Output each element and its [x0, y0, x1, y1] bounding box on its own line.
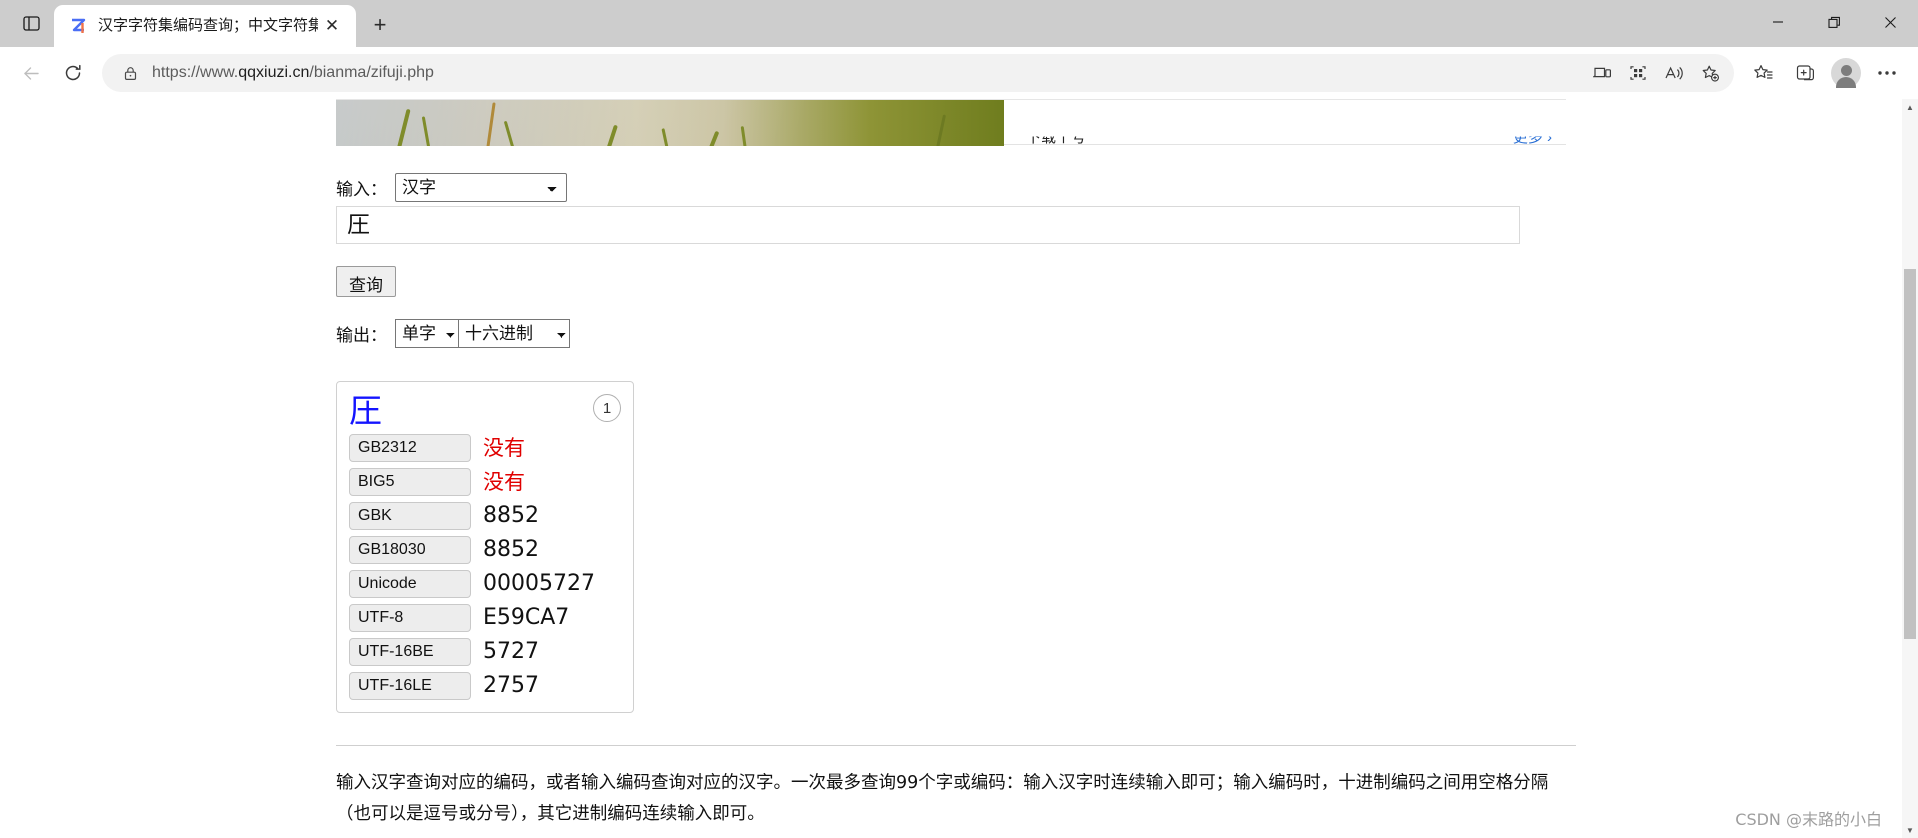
back-icon[interactable]: [10, 52, 52, 94]
encoding-name: BIG5: [349, 468, 471, 496]
address-bar[interactable]: https://www.qqxiuzi.cn/bianma/zifuji.php: [102, 54, 1734, 92]
encoding-row: GB18030 8852: [349, 536, 621, 564]
encoding-value: 没有: [483, 470, 525, 494]
page-scrollbar[interactable]: ▲ ▼: [1902, 99, 1918, 838]
minimize-button[interactable]: [1750, 0, 1806, 44]
encoding-name: UTF-8: [349, 604, 471, 632]
encoding-value: 2757: [483, 673, 539, 698]
profile-avatar[interactable]: [1831, 58, 1861, 88]
encoding-row: UTF-16LE 2757: [349, 672, 621, 700]
encoding-name: GB2312: [349, 434, 471, 462]
encoding-value: 5727: [483, 639, 539, 664]
output-selects: 单字 十六进制: [395, 319, 570, 348]
page-viewport: 下载个号 更多 › 输入： 汉字 圧 查询 输出： 单字 十六进制 圧 1 GB…: [0, 99, 1918, 838]
tab-title: 汉字字符集编码查询；中文字符集: [98, 17, 318, 34]
output-base-select[interactable]: 十六进制: [458, 319, 570, 348]
query-text-value: 圧: [347, 212, 370, 238]
new-tab-button[interactable]: +: [360, 5, 400, 45]
encoding-value: E59CA7: [483, 605, 570, 630]
input-type-select[interactable]: 汉字: [395, 173, 567, 202]
collections-icon[interactable]: [1784, 52, 1826, 94]
input-label: 输入：: [336, 180, 387, 199]
encoding-value: 没有: [483, 436, 525, 460]
output-label: 输出：: [336, 326, 387, 345]
favorites-list-icon[interactable]: [1742, 52, 1784, 94]
tab-strip: 汉字字符集编码查询；中文字符集 ✕ +: [0, 0, 1918, 47]
scroll-up-arrow[interactable]: ▲: [1902, 99, 1918, 115]
encoding-row: GBK 8852: [349, 502, 621, 530]
tab-favicon-icon: [68, 16, 88, 36]
encoding-name: UTF-16BE: [349, 638, 471, 666]
result-index-badge: 1: [593, 394, 621, 422]
scroll-down-arrow[interactable]: ▼: [1902, 822, 1918, 838]
encoding-row: GB2312 没有: [349, 434, 621, 462]
encoding-row: UTF-16BE 5727: [349, 638, 621, 666]
browser-tab[interactable]: 汉字字符集编码查询；中文字符集 ✕: [54, 5, 356, 47]
banner-side-link[interactable]: 更多 ›: [1513, 137, 1552, 148]
encoding-value: 00005727: [483, 571, 595, 596]
section-divider: [336, 745, 1576, 746]
sidebar-toggle-icon[interactable]: [8, 0, 54, 46]
encoding-list: GB2312 没有 BIG5 没有 GBK 8852 GB18030 8852 …: [349, 434, 621, 700]
browser-window: 汉字字符集编码查询；中文字符集 ✕ + https://www.qqxiuzi.…: [0, 0, 1918, 838]
address-bar-url: https://www.qqxiuzi.cn/bianma/zifuji.php: [144, 63, 1584, 83]
browser-toolbar: https://www.qqxiuzi.cn/bianma/zifuji.php: [0, 47, 1918, 99]
encoding-row: Unicode 00005727: [349, 570, 621, 598]
query-text-input[interactable]: 圧: [336, 206, 1520, 244]
add-favorite-icon[interactable]: [1692, 56, 1728, 90]
page-content: 下载个号 更多 › 输入： 汉字 圧 查询 输出： 单字 十六进制 圧 1 GB…: [0, 99, 1900, 838]
close-button[interactable]: [1862, 0, 1918, 44]
output-unit-select[interactable]: 单字: [395, 319, 459, 348]
encoding-value: 8852: [483, 537, 539, 562]
url-host: qqxiuzi.cn: [238, 64, 310, 81]
tab-close-icon[interactable]: ✕: [318, 12, 346, 40]
read-aloud-icon[interactable]: [1656, 56, 1692, 90]
input-row: 输入： 汉字: [336, 173, 1900, 202]
settings-more-icon[interactable]: [1866, 52, 1908, 94]
result-character: 圧: [349, 391, 382, 430]
encoding-row: UTF-8 E59CA7: [349, 604, 621, 632]
watermark: CSDN @末路的小白: [1735, 810, 1882, 829]
scrollbar-thumb[interactable]: [1904, 269, 1916, 639]
result-card-header: 圧 1: [349, 392, 621, 434]
encoding-name: UTF-16LE: [349, 672, 471, 700]
encoding-value: 8852: [483, 503, 539, 528]
restore-button[interactable]: [1806, 0, 1862, 44]
output-row: 输出： 单字 十六进制: [336, 319, 1900, 348]
query-button[interactable]: 查询: [336, 266, 396, 297]
encoding-name: Unicode: [349, 570, 471, 598]
url-scheme: https://www.: [152, 64, 239, 81]
banner-side-panel: 下载个号 更多 ›: [1004, 100, 1566, 148]
address-bar-actions: [1584, 56, 1728, 90]
result-card: 圧 1 GB2312 没有 BIG5 没有 GBK 8852 GB18030 8…: [336, 381, 634, 713]
encoding-row: BIG5 没有: [349, 468, 621, 496]
banner-row: 下载个号 更多 ›: [336, 99, 1566, 148]
qr-code-icon[interactable]: [1620, 56, 1656, 90]
banner-image: [336, 100, 1004, 146]
window-controls: [1750, 0, 1918, 44]
encoding-name: GB18030: [349, 536, 471, 564]
reload-icon[interactable]: [52, 52, 94, 94]
cast-device-icon[interactable]: [1584, 56, 1620, 90]
encoding-name: GBK: [349, 502, 471, 530]
help-paragraph-usage: 输入汉字查询对应的编码，或者输入编码查询对应的汉字。一次最多查询99个字或编码：…: [336, 773, 1549, 824]
banner-side-text: 下载个号: [1026, 129, 1087, 147]
lock-icon: [116, 59, 144, 87]
url-path: /bianma/zifuji.php: [309, 64, 434, 81]
query-form: 输入： 汉字 圧 查询 输出： 单字 十六进制 圧 1 GB2312 没有 BI…: [336, 145, 1900, 838]
